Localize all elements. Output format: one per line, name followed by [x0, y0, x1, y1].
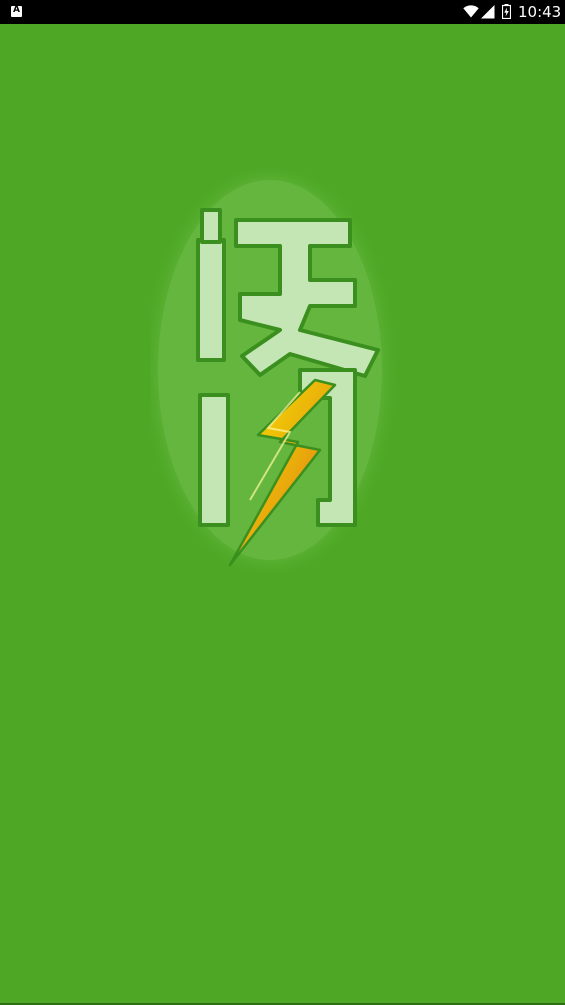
battery-charging-icon — [502, 4, 511, 19]
wifi-icon — [463, 5, 479, 18]
status-bar: 10:43 — [0, 0, 565, 24]
lightning-logo-icon — [158, 180, 382, 567]
app-notification-icon — [11, 5, 22, 17]
cell-signal-icon — [481, 5, 495, 19]
status-bar-clock: 10:43 — [518, 3, 562, 21]
splash-screen: 10:43 — [0, 0, 565, 1005]
